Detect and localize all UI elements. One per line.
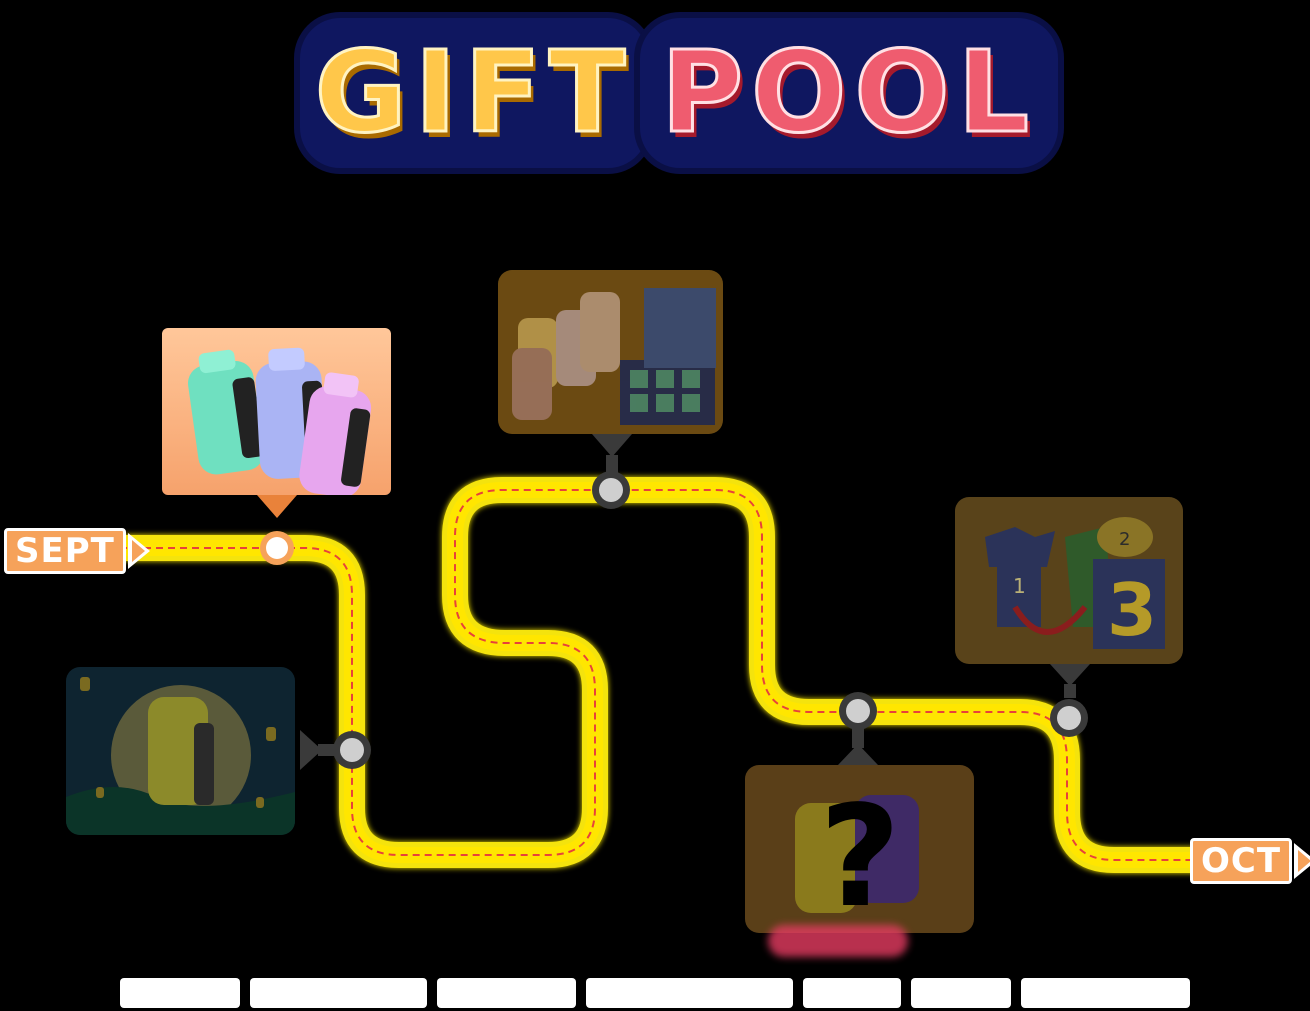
apparel-label-3: 3 bbox=[1107, 568, 1157, 652]
play-arrow-icon bbox=[1294, 843, 1310, 879]
node-apparel[interactable] bbox=[1050, 699, 1088, 737]
end-tag: OCT bbox=[1190, 838, 1310, 884]
footer-word bbox=[436, 978, 577, 1008]
start-tag: SEPT bbox=[4, 528, 150, 574]
node-gift-box[interactable] bbox=[592, 471, 630, 509]
node-active[interactable] bbox=[260, 531, 294, 565]
pointer-box bbox=[592, 434, 632, 457]
vape-trio-image bbox=[162, 328, 391, 495]
gift-box-image bbox=[498, 270, 723, 434]
footer-word bbox=[1020, 978, 1190, 1008]
pointer-mystery-stem bbox=[852, 728, 864, 748]
mystery-image: ? bbox=[745, 765, 974, 933]
node-mystery[interactable] bbox=[839, 692, 877, 730]
pointer-moon-stem bbox=[318, 744, 334, 756]
footer-caption bbox=[120, 975, 1190, 1011]
prize-card-moon-festival[interactable] bbox=[66, 667, 295, 835]
play-arrow-icon bbox=[127, 533, 150, 569]
prize-card-gift-box[interactable] bbox=[498, 270, 723, 434]
end-tag-label: OCT bbox=[1190, 838, 1293, 884]
prize-card-apparel[interactable]: 1 2 3 bbox=[955, 497, 1183, 664]
node-moon[interactable] bbox=[333, 731, 371, 769]
footer-word bbox=[803, 978, 902, 1008]
pointer-apparel-stem bbox=[1064, 684, 1076, 698]
mystery-mark: ? bbox=[819, 776, 900, 933]
mystery-glow bbox=[768, 925, 908, 957]
footer-word bbox=[586, 978, 794, 1008]
footer-word bbox=[911, 978, 1011, 1008]
pointer-apparel bbox=[1050, 664, 1090, 686]
prize-card-mystery[interactable]: ? bbox=[745, 765, 974, 933]
moon-festival-image bbox=[66, 667, 295, 835]
apparel-label-2: 2 bbox=[1119, 529, 1130, 550]
gift-pool-page: GIFT POOL SEPT OCT ? 1 2 3 bbox=[0, 0, 1310, 1011]
footer-word bbox=[249, 978, 427, 1008]
prize-card-vape-trio[interactable] bbox=[162, 328, 391, 495]
apparel-label-1: 1 bbox=[1013, 574, 1026, 598]
start-tag-label: SEPT bbox=[4, 528, 126, 574]
pointer-active bbox=[257, 495, 297, 518]
footer-word bbox=[120, 978, 240, 1008]
apparel-image: 1 2 3 bbox=[955, 497, 1183, 664]
